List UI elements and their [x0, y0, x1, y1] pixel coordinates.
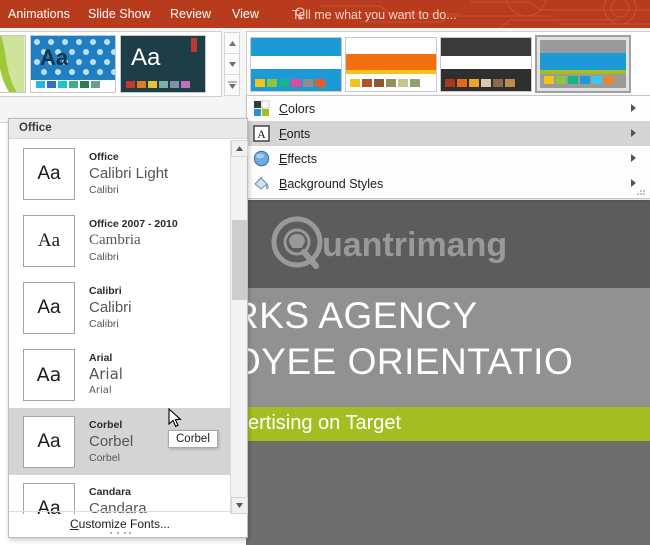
resize-grip-icon[interactable] [109, 531, 131, 535]
menu-item-background-styles[interactable]: Background Styles [247, 171, 650, 196]
watermark-logo: uantrimang [271, 216, 507, 269]
theme-preview-text: Aa [131, 44, 161, 71]
menu-item-label: Fonts [279, 126, 311, 141]
svg-text:uantrimang: uantrimang [322, 226, 507, 264]
tell-me-search[interactable]: Tell me what you want to do... [292, 5, 457, 25]
resize-grip-icon[interactable] [637, 189, 645, 195]
slide-title-line1: RKS AGENCY [232, 295, 478, 336]
font-body-name: Arial [89, 384, 112, 396]
chevron-right-icon [631, 104, 636, 112]
font-preview-text: Aa [37, 296, 61, 318]
chevron-right-icon [631, 154, 636, 162]
font-preview-text: Aa [37, 430, 61, 452]
ribbon-tab-bar: Animations Slide Show Review View Tell m… [0, 0, 650, 28]
font-preview-text: Aa [37, 162, 61, 184]
font-gallery-header: Office [9, 119, 247, 139]
font-gallery-list[interactable]: Aa Office Calibri Light Calibri Aa Offic… [9, 140, 231, 514]
variant-thumbnail-dark[interactable] [440, 36, 532, 92]
font-theme-gallery[interactable]: Office Aa Office Calibri Light Calibri A… [8, 118, 248, 538]
colors-icon [253, 100, 270, 117]
chevron-right-icon [631, 129, 636, 137]
customize-fonts-label: Customize Fonts... [69, 517, 171, 531]
theme-thumbnail-dark-teal[interactable]: Aa [120, 35, 206, 93]
font-body-name: Corbel [89, 451, 120, 464]
font-heading-name: Corbel [89, 432, 134, 450]
more-themes-icon[interactable] [224, 75, 240, 96]
font-heading-name: Arial [89, 364, 123, 383]
customize-fonts-button[interactable]: Customize Fonts... [9, 511, 231, 537]
menu-item-colors[interactable]: Colors [247, 96, 650, 121]
theme-preview-text: Aa [40, 45, 69, 70]
menu-item-label: Background Styles [279, 176, 384, 191]
scrollbar-thumb[interactable] [232, 220, 247, 300]
slide-footer-band [246, 441, 650, 545]
variant-thumbnail-blue[interactable] [250, 36, 342, 92]
font-gallery-scrollbar[interactable] [230, 140, 248, 514]
scroll-down-icon[interactable] [231, 497, 248, 514]
font-preview-box: Aa [23, 482, 75, 514]
variant-thumbnail-orange[interactable] [345, 36, 437, 92]
slide-canvas[interactable]: uantrimang RKS AGENCY OYEE ORIENTATIO ve… [232, 200, 650, 545]
theme-thumbnail-green[interactable] [0, 35, 26, 93]
themes-gallery[interactable]: Aa Aa [0, 31, 222, 97]
font-theme-name: Candara [89, 485, 132, 498]
font-theme-name: Arial [89, 351, 113, 364]
font-theme-name: Office [89, 150, 119, 163]
font-theme-item-calibri[interactable]: Aa Calibri Calibri Calibri [9, 274, 231, 341]
font-heading-name: Cambria [89, 231, 141, 248]
theme-thumbnail-blue-pattern[interactable]: Aa [30, 35, 116, 93]
slide-title-line2: OYEE ORIENTATIO [232, 341, 574, 382]
themes-gallery-scroll[interactable] [224, 32, 240, 96]
font-heading-name: Calibri [89, 298, 132, 316]
scroll-down-icon[interactable] [224, 54, 240, 75]
font-preview-box: Aa [23, 415, 75, 468]
font-preview-text: Aa [37, 229, 61, 251]
tab-slide-show[interactable]: Slide Show [88, 4, 151, 24]
menu-item-label: Effects [279, 151, 317, 166]
tab-review[interactable]: Review [170, 4, 211, 24]
slide-subtitle[interactable]: vertising on Target [238, 412, 401, 435]
font-theme-item-office-2007-2010[interactable]: Aa Office 2007 - 2010 Cambria Calibri [9, 207, 231, 274]
tab-view[interactable]: View [232, 4, 259, 24]
tab-animations[interactable]: Animations [8, 4, 70, 24]
font-theme-item-candara[interactable]: Aa Candara Candara Candara [9, 475, 231, 514]
tooltip-corbel: Corbel [168, 430, 218, 448]
font-preview-text: Aa [36, 363, 62, 386]
effects-icon [253, 150, 270, 167]
font-preview-box: Aa [23, 147, 75, 200]
font-theme-name: Calibri [89, 284, 122, 297]
background-styles-icon [253, 175, 270, 192]
menu-item-label: Colors [279, 101, 316, 116]
font-theme-item-office[interactable]: Aa Office Calibri Light Calibri [9, 140, 231, 207]
variant-thumbnail-gray-blue[interactable] [535, 35, 631, 93]
fonts-icon: A [253, 125, 270, 142]
font-heading-name: Calibri Light [89, 164, 169, 182]
chevron-right-icon [631, 179, 636, 187]
font-body-name: Calibri [89, 250, 119, 263]
font-theme-name: Office 2007 - 2010 [89, 217, 178, 230]
font-body-name: Calibri [89, 183, 119, 196]
menu-item-fonts[interactable]: A Fonts [247, 121, 650, 146]
font-preview-box: Aa [23, 214, 75, 267]
variants-gallery[interactable] [246, 31, 650, 97]
svg-text:A: A [257, 127, 266, 141]
font-body-name: Calibri [89, 317, 119, 330]
font-theme-name: Corbel [89, 418, 123, 431]
scroll-up-icon[interactable] [231, 140, 248, 157]
font-preview-box: Aa [23, 348, 75, 401]
mouse-cursor [168, 408, 182, 428]
menu-item-effects[interactable]: Effects [247, 146, 650, 171]
scroll-up-icon[interactable] [224, 32, 240, 54]
font-theme-item-arial[interactable]: Aa Arial Arial Arial [9, 341, 231, 408]
variants-dropdown-menu[interactable]: Colors A Fonts Effects Background Styles [246, 95, 650, 199]
slide-title[interactable]: RKS AGENCY OYEE ORIENTATIO [232, 293, 650, 385]
font-preview-box: Aa [23, 281, 75, 334]
